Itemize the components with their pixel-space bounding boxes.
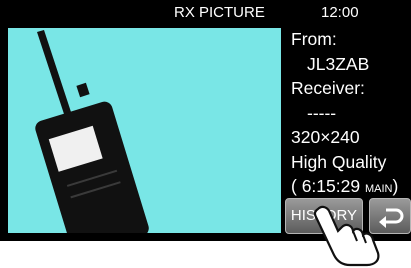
- handheld-radio-image: [35, 30, 149, 233]
- received-picture: [8, 28, 281, 233]
- quality: High Quality: [291, 151, 387, 172]
- radio-body: [35, 101, 149, 233]
- clock: 12:00: [321, 4, 359, 21]
- picture-info: From: JL3ZAB Receiver: ----- 320×240 Hig…: [291, 27, 411, 202]
- band-label: MAIN: [364, 183, 393, 195]
- received-time-value: ( 6:15:29: [291, 176, 361, 196]
- radio-antenna: [37, 30, 71, 114]
- status-bar: RX PICTURE 12:00: [0, 0, 411, 25]
- radio-knob: [76, 82, 90, 98]
- receiver-label: Receiver:: [291, 78, 365, 98]
- from-label: From:: [291, 29, 337, 49]
- resolution: 320×240: [291, 127, 360, 147]
- pointing-hand-icon: [313, 205, 380, 267]
- from-callsign: JL3ZAB: [307, 53, 370, 74]
- received-time-close: ): [392, 176, 399, 196]
- receiver-value: -----: [307, 102, 337, 123]
- screen-title: RX PICTURE: [174, 4, 265, 21]
